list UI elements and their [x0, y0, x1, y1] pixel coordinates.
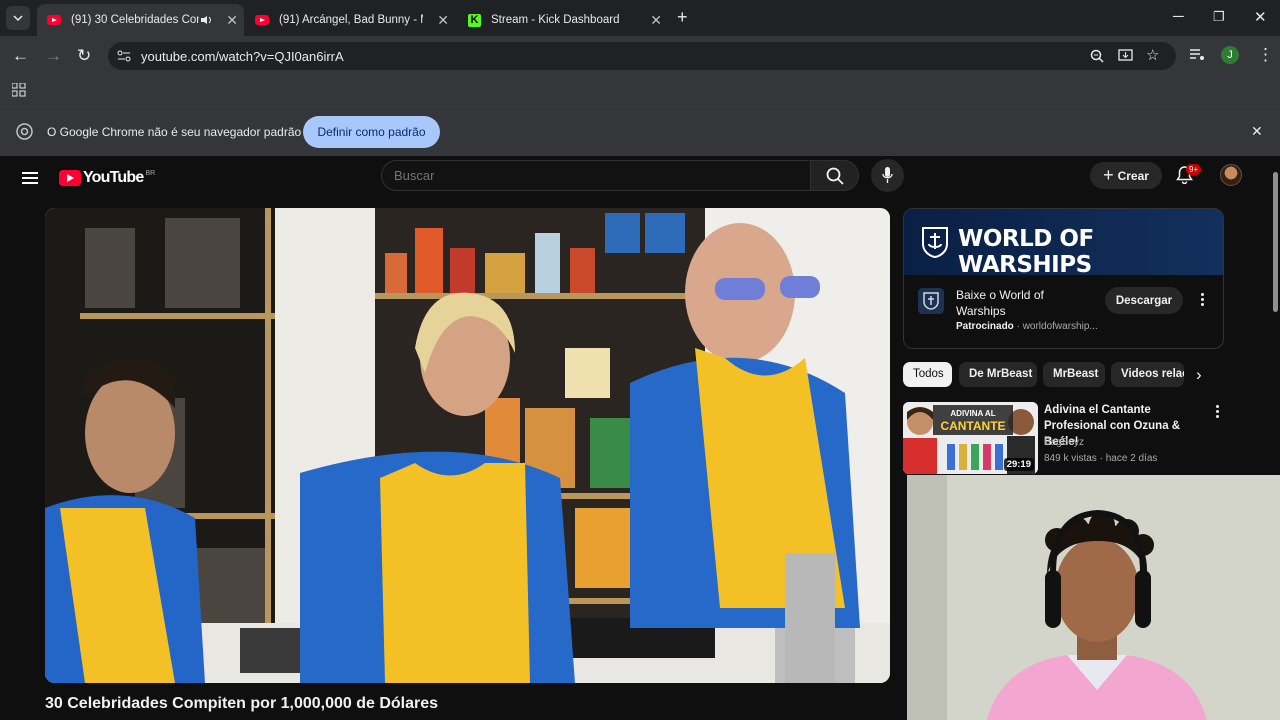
thumbnail-text-2: CANTANTE — [940, 419, 1005, 433]
browser-toolbar: ← → ↻ youtube.com/watch?v=QJI0an6irrA ☆ … — [0, 36, 1280, 76]
chevron-down-icon — [13, 15, 23, 21]
browser-tab-strip: (91) 30 Celebridades Comp ✕ (91) Arcánge… — [0, 0, 1280, 36]
youtube-wordmark: YouTube — [83, 169, 144, 186]
close-infobar-icon[interactable]: ✕ — [1251, 123, 1263, 140]
infobar-message: O Google Chrome não é seu navegador padr… — [47, 125, 302, 139]
scrollbar-thumb[interactable] — [1273, 172, 1278, 312]
webcam-image — [907, 475, 1280, 720]
sponsored-label: Patrocinado — [956, 321, 1014, 332]
bookmark-star-icon[interactable]: ☆ — [1146, 46, 1159, 64]
chip-videos-relacionados[interactable]: Videos relac — [1111, 362, 1184, 387]
ad-domain: worldofwarship... — [1022, 321, 1098, 332]
hamburger-menu-icon[interactable] — [22, 169, 38, 187]
warships-anchor-logo-icon — [922, 227, 948, 258]
restore-icon[interactable]: ❐ — [1213, 9, 1225, 25]
close-window-icon[interactable]: ✕ — [1254, 8, 1267, 26]
close-tab-icon[interactable]: ✕ — [437, 12, 449, 29]
ad-download-button[interactable]: Descargar — [1105, 287, 1183, 314]
youtube-favicon-icon — [47, 15, 61, 25]
create-label: Crear — [1117, 168, 1149, 183]
video-title: 30 Celebridades Compiten por 1,000,000 d… — [45, 695, 439, 712]
country-code: BR — [145, 169, 156, 177]
video-duration: 29:19 — [1003, 458, 1034, 471]
tab-arcangel[interactable]: (91) Arcángel, Bad Bunny - Me ✕ — [245, 4, 455, 36]
youtube-logo[interactable]: YouTube BR — [59, 169, 155, 187]
ad-banner[interactable]: WORLD OF WARSHIPS — [904, 209, 1223, 278]
search-input[interactable] — [381, 160, 811, 191]
youtube-avatar[interactable] — [1220, 164, 1242, 186]
voice-search-button[interactable] — [871, 159, 904, 192]
chip-todos[interactable]: Todos — [903, 362, 952, 387]
recommendation-thumbnail[interactable]: ADIVINA AL CANTANTE 29:19 — [903, 402, 1038, 474]
video-frame — [45, 208, 890, 683]
speaker-icon[interactable] — [200, 15, 212, 25]
default-browser-infobar: O Google Chrome não é seu navegador padr… — [0, 106, 1280, 156]
minimize-icon[interactable]: ─ — [1173, 8, 1184, 25]
zoom-icon[interactable] — [1090, 49, 1104, 63]
ad-banner-text: WORLD OF WARSHIPS — [958, 226, 1094, 278]
recommendation-more-options-icon[interactable] — [1216, 405, 1220, 420]
chip-de-mrbeast[interactable]: De MrBeast — [959, 362, 1037, 387]
youtube-favicon-icon — [255, 15, 269, 25]
profile-avatar[interactable]: J — [1221, 46, 1239, 64]
reload-icon[interactable]: ↻ — [77, 46, 91, 66]
chips-next-chevron-icon[interactable]: › — [1196, 365, 1202, 385]
recommendation-stats: 849 k vistas · hace 2 días — [1044, 453, 1158, 464]
search-icon — [826, 167, 844, 185]
search-button[interactable] — [810, 160, 859, 191]
tab-title: (91) 30 Celebridades Comp — [71, 14, 199, 26]
close-tab-icon[interactable]: ✕ — [650, 12, 662, 29]
media-controls-icon[interactable] — [1190, 49, 1205, 61]
address-bar[interactable]: youtube.com/watch?v=QJI0an6irrA ☆ — [108, 42, 1176, 70]
install-app-icon[interactable] — [1118, 49, 1133, 63]
new-tab-button[interactable]: + — [677, 7, 688, 28]
webcam-overlay — [907, 475, 1280, 720]
forward-arrow-icon[interactable]: → — [45, 46, 62, 66]
url-text: youtube.com/watch?v=QJI0an6irrA — [141, 49, 344, 64]
site-settings-icon[interactable] — [117, 50, 131, 62]
tab-kick-dashboard[interactable]: K Stream - Kick Dashboard ✕ — [458, 4, 668, 36]
tab-title: Stream - Kick Dashboard — [491, 14, 620, 26]
tab-search-button[interactable] — [6, 6, 30, 30]
video-player[interactable] — [45, 208, 890, 683]
ad-title[interactable]: Baixe o World of Warships — [956, 287, 1096, 319]
thumbnail-text-1: ADIVINA AL — [950, 409, 995, 418]
youtube-masthead: YouTube BR + Crear 9+ — [0, 156, 1270, 208]
back-arrow-icon[interactable]: ← — [12, 46, 29, 66]
kick-favicon-icon: K — [468, 13, 481, 27]
set-default-browser-button[interactable]: Definir como padrão — [303, 116, 440, 148]
tab-title: (91) Arcángel, Bad Bunny - Me — [279, 14, 423, 26]
youtube-play-icon — [59, 170, 81, 186]
recommendation-channel[interactable]: BagBoyz — [1044, 437, 1084, 448]
more-menu-icon[interactable]: ⋮ — [1257, 45, 1274, 65]
tab-celebridades[interactable]: (91) 30 Celebridades Comp ✕ — [37, 4, 244, 36]
advertiser-logo-icon — [918, 288, 944, 314]
notification-badge: 9+ — [1186, 164, 1202, 175]
apps-grid-icon[interactable] — [12, 83, 26, 97]
plus-icon: + — [1103, 165, 1114, 185]
create-button[interactable]: + Crear — [1090, 162, 1162, 189]
close-tab-icon[interactable]: ✕ — [226, 12, 238, 29]
ad-meta: Patrocinado · worldofwarship... — [956, 321, 1098, 332]
chip-mrbeast[interactable]: MrBeast — [1043, 362, 1105, 387]
sponsored-ad-card[interactable]: WORLD OF WARSHIPS Baixe o World of Warsh… — [903, 208, 1224, 349]
ad-more-options-icon[interactable] — [1201, 293, 1205, 308]
bookmarks-bar — [0, 76, 1280, 106]
chrome-logo-icon — [16, 123, 33, 140]
microphone-icon — [882, 167, 893, 183]
